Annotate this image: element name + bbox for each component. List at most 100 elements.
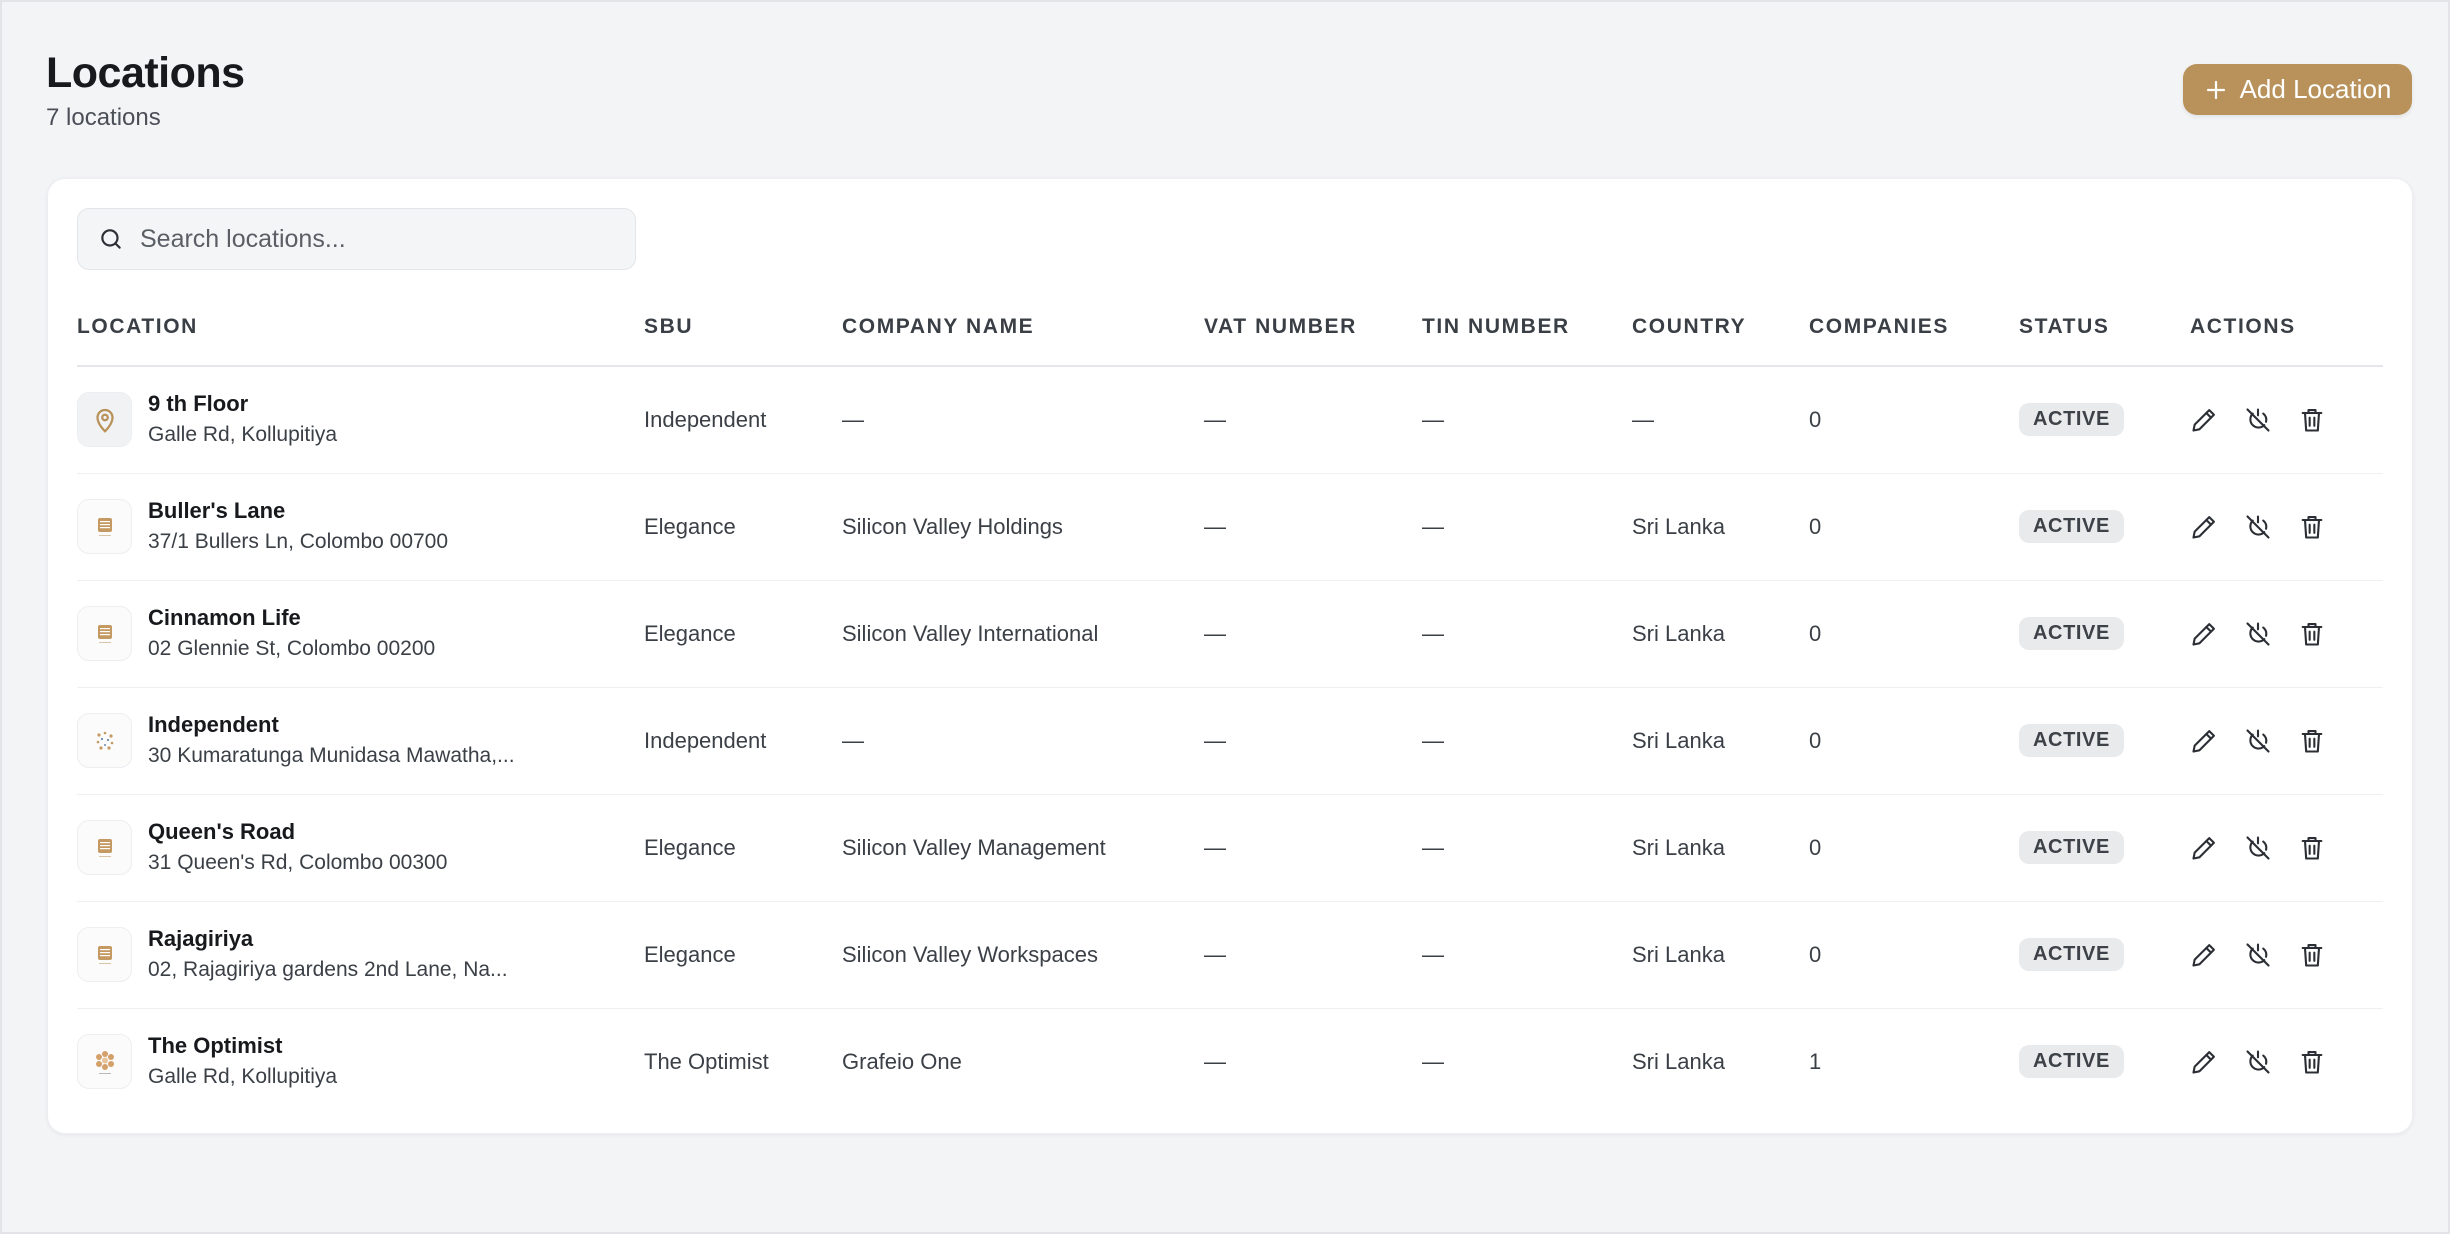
deactivate-icon[interactable] — [2244, 941, 2272, 969]
table-body: 9 th Floor Galle Rd, Kollupitiya Indepen… — [77, 366, 2383, 1115]
column-header-company-name[interactable]: COMPANY NAME — [842, 289, 1204, 367]
deactivate-icon[interactable] — [2244, 620, 2272, 648]
search-input[interactable] — [140, 224, 620, 254]
sbu-cell: The Optimist — [644, 1048, 769, 1074]
tin-number-cell: — — [1422, 366, 1632, 474]
edit-icon[interactable] — [2190, 513, 2218, 541]
location-cell: Queen's Road 31 Queen's Rd, Colombo 0030… — [77, 794, 644, 902]
location-info: Cinnamon Life 02 Glennie St, Colombo 002… — [77, 603, 644, 665]
table-row[interactable]: Queen's Road 31 Queen's Rd, Colombo 0030… — [77, 794, 2383, 902]
add-location-button[interactable]: Add Location — [2183, 64, 2412, 115]
location-address: 37/1 Bullers Ln, Colombo 00700 — [148, 529, 449, 553]
column-header-tin-number[interactable]: TIN NUMBER — [1422, 289, 1632, 367]
location-count: 7 locations — [46, 104, 161, 131]
vat-number-cell: — — [1204, 473, 1422, 581]
location-address: Galle Rd, Kollupitiya — [148, 1064, 338, 1088]
location-name[interactable]: The Optimist — [148, 1031, 337, 1061]
edit-icon[interactable] — [2190, 620, 2218, 648]
actions-cell — [2190, 366, 2383, 474]
edit-icon[interactable] — [2190, 1048, 2218, 1076]
location-name[interactable]: Queen's Road — [148, 817, 447, 847]
location-info: 9 th Floor Galle Rd, Kollupitiya — [77, 389, 644, 451]
column-header-country[interactable]: COUNTRY — [1632, 289, 1809, 367]
location-name[interactable]: Buller's Lane — [148, 496, 448, 526]
edit-icon[interactable] — [2190, 941, 2218, 969]
trash-icon[interactable] — [2298, 941, 2326, 969]
location-name[interactable]: Rajagiriya — [148, 924, 508, 954]
location-name[interactable]: Independent — [148, 710, 515, 740]
actions-cell — [2190, 901, 2383, 1009]
table-row[interactable]: Cinnamon Life 02 Glennie St, Colombo 002… — [77, 580, 2383, 688]
trash-icon[interactable] — [2298, 406, 2326, 434]
trash-icon[interactable] — [2298, 620, 2326, 648]
companies-cell: 0 — [1809, 473, 2019, 581]
table-row[interactable]: Rajagiriya 02, Rajagiriya gardens 2nd La… — [77, 901, 2383, 1009]
country-cell: Sri Lanka — [1632, 1048, 1725, 1074]
trash-icon[interactable] — [2298, 513, 2326, 541]
table-row[interactable]: Buller's Lane 37/1 Bullers Ln, Colombo 0… — [77, 473, 2383, 581]
sbu-cell: Elegance — [644, 901, 842, 1009]
table-row[interactable]: Independent 30 Kumaratunga Munidasa Mawa… — [77, 687, 2383, 795]
tin-number-cell: — — [1422, 794, 1632, 902]
companies-cell: 0 — [1809, 366, 2019, 474]
column-header-actions: ACTIONS — [2190, 289, 2383, 367]
actions-cell — [2190, 794, 2383, 902]
deactivate-icon[interactable] — [2244, 834, 2272, 862]
vat-number-cell: — — [1204, 901, 1422, 1009]
deactivate-icon[interactable] — [2244, 513, 2272, 541]
table-header-row: LOCATION SBU COMPANY NAME VAT NUMBER TIN… — [77, 289, 2383, 367]
location-name[interactable]: 9 th Floor — [148, 389, 337, 419]
title-block: Locations 7 locations — [46, 48, 245, 132]
companies-cell: 0 — [1809, 901, 2019, 1009]
status-badge: ACTIVE — [2019, 510, 2124, 543]
column-header-sbu[interactable]: SBU — [644, 289, 842, 367]
table-row[interactable]: The Optimist Galle Rd, Kollupitiya The O… — [77, 1008, 2383, 1115]
location-text: Rajagiriya 02, Rajagiriya gardens 2nd La… — [148, 924, 508, 986]
location-info: Independent 30 Kumaratunga Munidasa Mawa… — [77, 710, 644, 772]
tin-number-cell: — — [1422, 901, 1632, 1009]
vat-number-cell: — — [1204, 1048, 1226, 1074]
elegance-logo-icon — [97, 624, 112, 643]
status-badge: ACTIVE — [2019, 617, 2124, 650]
deactivate-icon[interactable] — [2244, 1048, 2272, 1076]
tin-number-cell: — — [1422, 687, 1632, 795]
status-cell: ACTIVE — [2019, 580, 2190, 688]
status-cell: ACTIVE — [2019, 366, 2190, 474]
edit-icon[interactable] — [2190, 727, 2218, 755]
location-name[interactable]: Cinnamon Life — [148, 603, 435, 633]
column-header-companies[interactable]: COMPANIES — [1809, 289, 2019, 367]
vat-number-cell: — — [1204, 794, 1422, 902]
row-actions — [2190, 941, 2383, 969]
location-cell: Buller's Lane 37/1 Bullers Ln, Colombo 0… — [77, 473, 644, 581]
sbu-cell: Elegance — [644, 473, 842, 581]
column-header-location[interactable]: LOCATION — [77, 289, 644, 367]
edit-icon[interactable] — [2190, 406, 2218, 434]
elegance-logo-icon — [97, 945, 112, 964]
country-cell: Sri Lanka — [1632, 687, 1809, 795]
trash-icon[interactable] — [2298, 834, 2326, 862]
location-thumbnail — [77, 713, 132, 768]
company-name-cell: — — [842, 687, 1204, 795]
search-box[interactable] — [77, 208, 636, 270]
location-text: 9 th Floor Galle Rd, Kollupitiya — [148, 389, 337, 451]
optimist-logo-icon — [95, 1050, 114, 1074]
table-row[interactable]: 9 th Floor Galle Rd, Kollupitiya Indepen… — [77, 366, 2383, 474]
location-info: Rajagiriya 02, Rajagiriya gardens 2nd La… — [77, 924, 644, 986]
trash-icon[interactable] — [2298, 727, 2326, 755]
sbu-cell: Elegance — [644, 794, 842, 902]
deactivate-icon[interactable] — [2244, 406, 2272, 434]
location-cell: Rajagiriya 02, Rajagiriya gardens 2nd La… — [77, 901, 644, 1009]
companies-cell: 0 — [1809, 580, 2019, 688]
status-cell: ACTIVE — [2019, 901, 2190, 1009]
row-actions — [2190, 513, 2383, 541]
status-cell: ACTIVE — [2019, 1008, 2190, 1115]
edit-icon[interactable] — [2190, 834, 2218, 862]
deactivate-icon[interactable] — [2244, 727, 2272, 755]
trash-icon[interactable] — [2298, 1048, 2326, 1076]
column-header-vat-number[interactable]: VAT NUMBER — [1204, 289, 1422, 367]
sbu-cell: Independent — [644, 366, 842, 474]
location-info: Queen's Road 31 Queen's Rd, Colombo 0030… — [77, 817, 644, 879]
column-header-status[interactable]: STATUS — [2019, 289, 2190, 367]
locations-table: LOCATION SBU COMPANY NAME VAT NUMBER TIN… — [77, 289, 2383, 1115]
add-location-label: Add Location — [2239, 74, 2392, 104]
